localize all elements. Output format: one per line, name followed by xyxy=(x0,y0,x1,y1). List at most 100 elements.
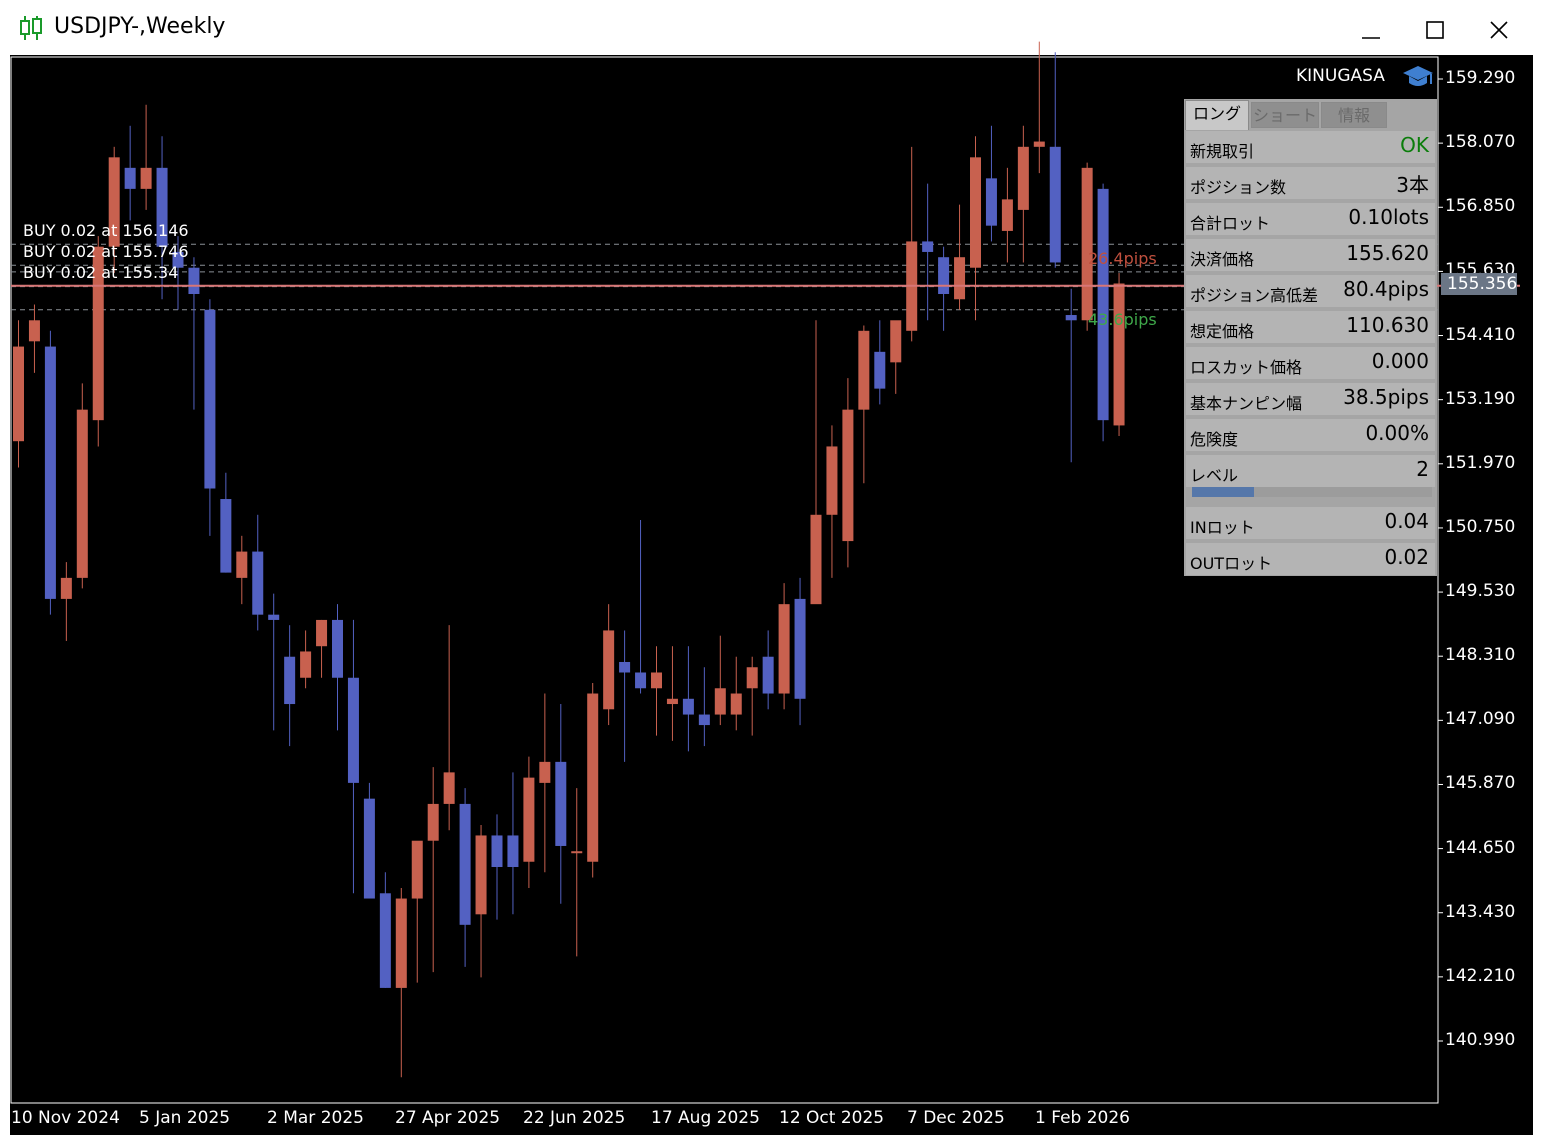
candle-body xyxy=(555,761,567,846)
candle-body xyxy=(539,761,551,783)
candle-body xyxy=(363,798,375,899)
candle-body xyxy=(826,446,838,515)
candle-body xyxy=(603,630,615,710)
candle-body xyxy=(395,898,407,988)
candle-body xyxy=(938,257,950,295)
date-tick-label: 22 Jun 2025 xyxy=(523,1108,626,1128)
date-tick-label: 5 Jan 2025 xyxy=(139,1108,231,1128)
price-tick-label: 154.410 xyxy=(1445,324,1516,345)
candle-body xyxy=(698,714,710,726)
candle-body xyxy=(140,167,152,189)
price-tick-label: 149.530 xyxy=(1445,581,1516,602)
candle-body xyxy=(714,688,726,715)
panel-row: レベル 2 xyxy=(1186,455,1435,487)
candle-body xyxy=(332,619,343,678)
price-tick-label: 140.990 xyxy=(1445,1030,1516,1050)
candle-body xyxy=(124,167,136,189)
candle-body xyxy=(1065,315,1077,321)
price-tick-label: 153.190 xyxy=(1445,388,1516,409)
panel-row-label: INロット xyxy=(1190,518,1255,537)
candle-body xyxy=(730,693,742,715)
candle-body xyxy=(459,803,471,925)
panel-row-value: 3本 xyxy=(1396,173,1429,197)
price-tick-label: 158.070 xyxy=(1445,132,1516,153)
panel-row-value: 0.02 xyxy=(1384,545,1429,569)
panel-row-label: レベル xyxy=(1190,466,1239,485)
candle-body xyxy=(858,330,870,410)
candle-body xyxy=(1033,141,1045,147)
panel-row-value: 2 xyxy=(1416,457,1429,481)
panel-row: 決済価格 155.620 xyxy=(1186,239,1435,271)
panel-tab[interactable]: ロング xyxy=(1185,100,1249,130)
panel-row-value: 38.5pips xyxy=(1343,385,1429,409)
candle-body xyxy=(682,698,694,715)
pips-up-label: 26.4pips xyxy=(1088,249,1157,268)
level-progress-bar xyxy=(1192,487,1432,497)
date-tick-label: 2 Mar 2025 xyxy=(267,1108,364,1128)
candle-body xyxy=(794,598,806,699)
graduation-cap-icon xyxy=(1403,66,1433,86)
panel-row: 想定価格 110.630 xyxy=(1186,311,1435,343)
price-tick-label: 143.430 xyxy=(1445,901,1516,922)
panel-row: INロット 0.04 xyxy=(1186,507,1435,539)
candle-body xyxy=(1097,188,1109,421)
candle-body xyxy=(810,514,822,605)
candle-body xyxy=(1017,146,1029,210)
price-tick-label: 148.310 xyxy=(1445,645,1516,666)
price-tick-label: 159.290 xyxy=(1445,68,1516,88)
candle-body xyxy=(316,619,328,647)
panel-row-value: 155.620 xyxy=(1346,241,1429,265)
candle-body xyxy=(28,320,40,342)
candle-body xyxy=(13,346,24,442)
candle-body xyxy=(985,178,997,226)
panel-row: 危険度 0.00% xyxy=(1186,419,1435,451)
pips-down-label: 43.6pips xyxy=(1088,310,1157,329)
date-tick-label: 7 Dec 2025 xyxy=(907,1108,1005,1128)
panel-row-label: 決済価格 xyxy=(1190,250,1255,269)
price-tick-label: 142.210 xyxy=(1445,965,1516,986)
panel-row-label: 新規取引 xyxy=(1190,142,1255,161)
date-tick-label: 12 Oct 2025 xyxy=(779,1108,885,1128)
candle-body xyxy=(1001,199,1013,231)
order-label: BUY 0.02 at 156.146 xyxy=(23,221,189,240)
panel-row-value: 80.4pips xyxy=(1343,277,1429,301)
panel-tab[interactable]: 情報 xyxy=(1321,102,1387,128)
order-label: BUY 0.02 at 155.34 xyxy=(23,263,179,282)
candle-body xyxy=(347,677,359,783)
candle-body xyxy=(523,777,535,862)
candle-body xyxy=(666,698,678,705)
price-tick-label: 151.970 xyxy=(1445,452,1516,473)
candle-body xyxy=(188,267,200,295)
candle-body xyxy=(236,551,248,578)
panel-row-label: ポジション高低差 xyxy=(1190,286,1319,305)
price-tick-label: 147.090 xyxy=(1445,709,1516,730)
panel-row-value: 0.000 xyxy=(1371,349,1429,373)
candle-body xyxy=(571,851,583,854)
candle-body xyxy=(1081,167,1093,321)
panel-row-value: 110.630 xyxy=(1346,313,1429,337)
candle-body xyxy=(874,351,886,389)
candle-body xyxy=(651,672,662,689)
panel-row: 新規取引 OK xyxy=(1186,131,1435,163)
date-tick-label: 17 Aug 2025 xyxy=(651,1108,760,1128)
candle-body xyxy=(890,320,902,363)
brand-name: KINUGASA xyxy=(1296,66,1385,86)
panel-row: ロスカット価格 0.000 xyxy=(1186,347,1435,379)
terminal-window: USDJPY-,Weekly KINUGASA BUY 0.02 at 156.… xyxy=(0,0,1543,1145)
candle-body xyxy=(284,656,296,705)
panel-row-label: ポジション数 xyxy=(1190,178,1287,197)
candle-body xyxy=(587,693,599,862)
candle-body xyxy=(60,577,72,599)
panel-tab[interactable]: ショート xyxy=(1251,102,1319,128)
level-progress-fill xyxy=(1192,487,1255,497)
candle-body xyxy=(1113,283,1125,426)
candle-body xyxy=(76,409,88,578)
candle-body xyxy=(778,604,790,694)
candle-body xyxy=(300,651,312,678)
price-tick-label: 145.870 xyxy=(1445,773,1516,794)
panel-row-label: ロスカット価格 xyxy=(1190,358,1303,377)
panel-row-value: 0.00% xyxy=(1365,421,1429,445)
candle-body xyxy=(635,672,647,689)
panel-row: 基本ナンピン幅 38.5pips xyxy=(1186,383,1435,415)
price-tick-label: 150.750 xyxy=(1445,516,1516,537)
